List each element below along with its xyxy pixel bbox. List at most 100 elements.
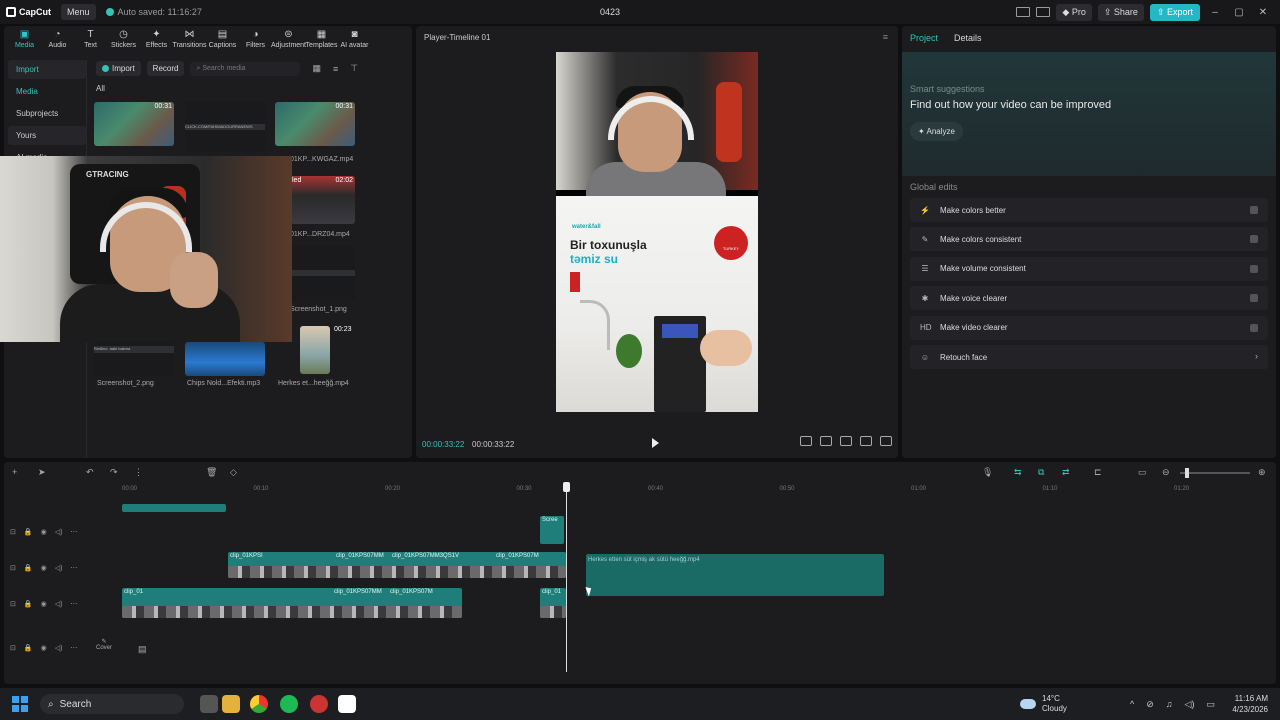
media-item[interactable]: CLICK.COM/FAHIMADOURRANEWS xyxy=(185,102,265,152)
volume-icon[interactable]: ◁) xyxy=(55,600,63,608)
file-explorer-icon[interactable] xyxy=(222,695,240,713)
marker-icon[interactable]: ◇ xyxy=(230,467,237,478)
video-preview[interactable]: water&fall Bir toxunuşla təmiz su TURKEY xyxy=(556,52,758,412)
battery-icon[interactable]: ▭ xyxy=(1206,699,1215,710)
film-icon[interactable]: ▤ xyxy=(138,644,147,655)
grid-view-icon[interactable]: ▦ xyxy=(312,63,321,74)
player-menu-icon[interactable]: ≡ xyxy=(883,32,888,42)
timeline-clip[interactable]: clip_01 xyxy=(540,588,566,618)
task-view-icon[interactable] xyxy=(200,695,218,713)
cover-button[interactable]: ✎ Cover xyxy=(92,638,116,660)
track-toggle-icon[interactable]: ⊡ xyxy=(10,564,16,572)
crop-icon[interactable] xyxy=(800,436,812,446)
edit-toggle[interactable] xyxy=(1250,206,1258,214)
track-toggle-icon[interactable]: ⊡ xyxy=(10,528,16,536)
eye-icon[interactable]: ◉ xyxy=(41,644,47,652)
link-icon[interactable]: ⇆ xyxy=(1014,467,1022,478)
mic-tray-icon[interactable]: ♫ xyxy=(1166,699,1173,710)
timeline-clip[interactable]: Scree xyxy=(540,516,564,544)
lock-icon[interactable]: 🔒 xyxy=(24,528,33,536)
more-icon[interactable]: ⋯ xyxy=(70,644,77,652)
lock-icon[interactable]: 🔒 xyxy=(24,600,33,608)
sort-icon[interactable]: ≡ xyxy=(333,64,338,74)
zoom-in-icon[interactable]: ⊕ xyxy=(1258,467,1266,478)
global-edit-row[interactable]: ☰ Make volume consistent xyxy=(910,256,1268,281)
tool-adjustment[interactable]: ⊜ Adjustment xyxy=(271,26,306,52)
lock-icon[interactable]: 🔒 xyxy=(24,644,33,652)
more-icon[interactable]: ⋯ xyxy=(70,564,77,572)
ratio-icon[interactable] xyxy=(860,436,872,446)
tool-templates[interactable]: ▦ Templates xyxy=(305,26,338,52)
undo-icon[interactable]: ↶ xyxy=(86,467,94,478)
split-icon[interactable]: ⋮ xyxy=(134,467,143,478)
tool-media[interactable]: ▣ Media xyxy=(8,26,41,52)
media-item[interactable]: 00:31 xyxy=(94,102,174,146)
import-button[interactable]: Import xyxy=(96,61,141,76)
chrome-icon[interactable] xyxy=(250,695,268,713)
volume-icon[interactable]: ◁) xyxy=(55,564,63,572)
chevron-right-icon[interactable]: › xyxy=(1255,351,1258,361)
tool-audio[interactable]: ◔ Audio xyxy=(41,26,74,52)
more-icon[interactable]: ⋯ xyxy=(70,600,77,608)
global-edit-row[interactable]: HD Make video clearer xyxy=(910,315,1268,340)
playhead-handle[interactable] xyxy=(563,482,570,492)
filter-icon[interactable]: ⊤ xyxy=(350,63,358,74)
nav-yours[interactable]: Yours xyxy=(8,126,86,145)
dragged-clip[interactable]: Herkes etten süt içmiş ak sütü heeğğ.mp4 xyxy=(586,554,884,596)
eye-icon[interactable]: ◉ xyxy=(41,564,47,572)
close-icon[interactable]: ✕ xyxy=(1254,7,1272,18)
delete-icon[interactable]: 🗑 xyxy=(206,467,217,478)
redo-icon[interactable]: ↷ xyxy=(110,467,118,478)
more-icon[interactable]: ⋯ xyxy=(70,528,77,536)
global-edit-row[interactable]: ✎ Make colors consistent xyxy=(910,227,1268,252)
caption-icon[interactable]: ▭ xyxy=(1138,467,1147,478)
chevron-up-icon[interactable]: ^ xyxy=(1130,699,1134,710)
add-track-icon[interactable]: + xyxy=(12,467,17,477)
tab-project[interactable]: Project xyxy=(910,33,938,43)
timeline-clip[interactable] xyxy=(122,504,226,512)
track-toggle-icon[interactable]: ⊡ xyxy=(10,644,16,652)
eye-icon[interactable]: ◉ xyxy=(41,600,47,608)
taskbar-clock[interactable]: 11:16 AM 4/23/2026 xyxy=(1228,693,1268,715)
tool-stickers[interactable]: ◷ Stickers xyxy=(107,26,140,52)
nav-subprojects[interactable]: Subprojects xyxy=(8,104,86,123)
media-item[interactable]: 00:31 xyxy=(275,102,355,146)
zoom-slider[interactable] xyxy=(1180,472,1250,474)
timeline-clip[interactable]: clip_01 clip_01KPS07MM clip_01KPS07M xyxy=(122,588,462,618)
focus-icon[interactable] xyxy=(840,436,852,446)
quality-icon[interactable] xyxy=(820,436,832,446)
fullscreen-icon[interactable] xyxy=(880,436,892,446)
maximize-icon[interactable]: ▢ xyxy=(1230,7,1248,18)
global-edit-row[interactable]: ☺ Retouch face › xyxy=(910,345,1268,369)
windows-start-icon[interactable] xyxy=(12,696,28,712)
layout-icon[interactable] xyxy=(1016,7,1031,17)
edit-toggle[interactable] xyxy=(1250,264,1258,273)
play-icon[interactable] xyxy=(652,438,659,448)
tool-captions[interactable]: ▤ Captions xyxy=(206,26,239,52)
timeline-clip[interactable]: clip_01KPSI clip_01KPS07MM clip_01KPS07M… xyxy=(228,552,566,578)
all-filter-label[interactable]: All xyxy=(96,84,105,93)
edit-toggle[interactable] xyxy=(1250,323,1258,332)
nav-import[interactable]: Import xyxy=(8,60,86,79)
capcut-taskbar-icon[interactable] xyxy=(338,695,356,713)
media-item[interactable] xyxy=(300,326,330,374)
share-button[interactable]: ⇪ Share xyxy=(1097,3,1144,21)
preview-axis-icon[interactable]: ⊏ xyxy=(1094,467,1102,478)
media-item[interactable] xyxy=(291,246,355,300)
media-item[interactable]: Redlinc: aabi bakma xyxy=(94,342,174,376)
minimize-icon[interactable]: – xyxy=(1206,7,1224,18)
tool-text[interactable]: T Text xyxy=(74,26,107,52)
global-edit-row[interactable]: ⚡ Make colors better xyxy=(910,198,1268,222)
tool-transitions[interactable]: ⋈ Transitions xyxy=(173,26,207,52)
volume-icon[interactable]: ◁) xyxy=(55,644,63,652)
taskbar-search[interactable]: ⌕ Search xyxy=(40,694,184,714)
speaker-icon[interactable]: ◁) xyxy=(1185,699,1195,710)
search-media-input[interactable]: ⌕ Search media xyxy=(190,61,301,76)
menu-button[interactable]: Menu xyxy=(61,4,96,20)
weather-widget[interactable]: 14°C Cloudy xyxy=(1020,694,1067,714)
global-edit-row[interactable]: ✱ Make voice clearer xyxy=(910,286,1268,311)
spotify-icon[interactable] xyxy=(280,695,298,713)
export-button[interactable]: ⇧ Export xyxy=(1149,3,1200,21)
nav-media[interactable]: Media xyxy=(8,82,86,101)
network-icon[interactable]: ⊘ xyxy=(1146,699,1154,710)
